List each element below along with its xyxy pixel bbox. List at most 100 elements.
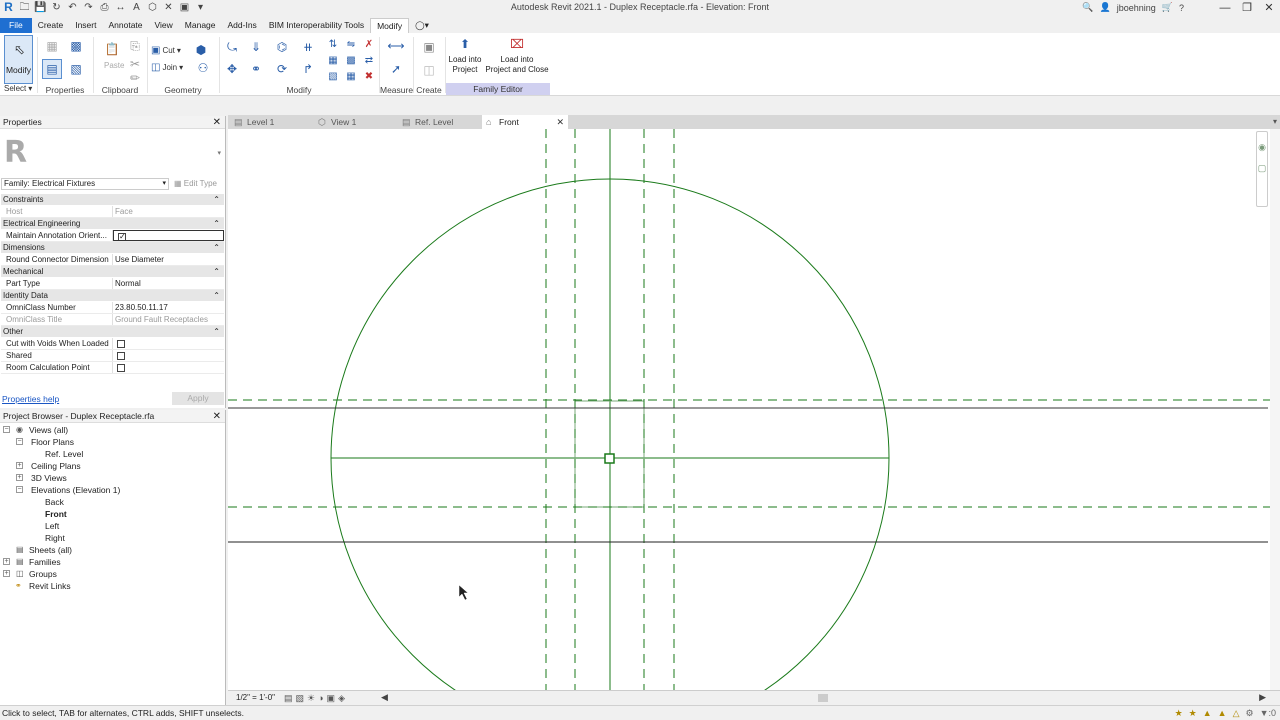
tab-file[interactable]: File <box>0 18 32 33</box>
cut-clipboard-icon[interactable]: ✂ <box>128 57 142 71</box>
tree-item-floor-plans[interactable]: − Floor Plans <box>0 436 224 448</box>
minimize-icon[interactable]: — <box>1214 0 1236 17</box>
tree-item-3d-views[interactable]: +3D Views <box>0 472 224 484</box>
tree-item-ceiling-plans[interactable]: + Ceiling Plans <box>0 460 224 472</box>
load-into-project-button[interactable]: ⬆ Load into Project <box>446 35 484 81</box>
vertical-scrollbar[interactable] <box>1270 129 1280 690</box>
scroll-left-icon[interactable]: ◀ <box>381 691 388 704</box>
property-value[interactable]: Use Diameter <box>113 254 224 265</box>
apply-button[interactable]: Apply <box>172 392 224 405</box>
drawing-canvas[interactable]: ◉ ▢ <box>228 129 1280 690</box>
property-value[interactable]: 23.80.50.11.17 <box>113 302 224 313</box>
detail-level-icon[interactable]: ▤ <box>284 692 293 704</box>
close-icon[interactable]: ✕ <box>1258 0 1280 17</box>
tree-item-right[interactable]: Right <box>0 532 224 544</box>
tab-view[interactable]: View <box>149 18 179 33</box>
tab-add-ins[interactable]: Add-Ins <box>222 18 263 33</box>
cart-icon[interactable]: 🛒 <box>1162 2 1173 13</box>
steering-wheel-icon[interactable]: ◉ <box>1257 142 1267 153</box>
tree-item-left[interactable]: Left <box>0 520 224 532</box>
tree-item-front[interactable]: Front <box>0 508 224 520</box>
tab-annotate[interactable]: Annotate <box>102 18 148 33</box>
shadows-icon[interactable]: ◑ <box>318 692 323 704</box>
delete-icon[interactable]: ✖ <box>362 69 376 83</box>
tree-item-back[interactable]: Back <box>0 496 224 508</box>
split-icon[interactable]: ⇅ <box>326 37 340 51</box>
split-face-icon[interactable]: ⚇ <box>194 61 212 75</box>
type-selector[interactable]: ▾ <box>46 134 224 174</box>
select-dropdown[interactable]: Select ▾ <box>4 84 32 93</box>
zoom-icon[interactable]: ▢ <box>1257 163 1267 174</box>
unpin-icon[interactable]: ✗ <box>362 37 376 51</box>
family-types-icon[interactable]: ▦ <box>42 37 62 55</box>
tab-create[interactable]: Create <box>32 18 70 33</box>
join-geometry-button[interactable]: ◫ Join ▾ <box>151 62 183 73</box>
close-icon[interactable]: ✕ <box>556 115 564 129</box>
maintain-orientation-checkbox[interactable] <box>118 231 126 240</box>
hide-isolate-icon[interactable]: ◈ <box>338 692 345 704</box>
measure-between-icon[interactable]: ⟷ <box>384 39 408 53</box>
pin-icon[interactable]: ⇄ <box>362 53 376 67</box>
tab-menu-icon[interactable]: ▾ <box>1273 115 1277 129</box>
match-properties-icon[interactable]: ✏ <box>128 71 142 85</box>
group-identity-data[interactable]: Identity Data ⌃ <box>1 290 224 302</box>
tree-item-elevations[interactable]: − Elevations (Elevation 1) <box>0 484 224 496</box>
family-dropdown[interactable]: Family: Electrical Fixtures ▾ <box>1 178 169 190</box>
create-assembly-icon[interactable]: ▣ <box>418 37 440 57</box>
property-value[interactable]: Normal <box>113 278 224 289</box>
group-constraints[interactable]: Constraints ⌃ <box>1 194 224 206</box>
align-icon[interactable]: ⤿ <box>222 37 242 57</box>
mirror-draw-icon[interactable]: ⧺ <box>298 37 318 57</box>
tree-item-ref-level[interactable]: Ref. Level <box>0 448 224 460</box>
connector-point[interactable] <box>604 453 615 464</box>
extend-icon[interactable]: ▦ <box>344 69 358 83</box>
select-by-face-icon[interactable]: ▲ <box>1218 707 1227 719</box>
crop-view-icon[interactable]: ▣ <box>327 692 336 704</box>
tree-item-families[interactable]: + ▤ Families <box>0 556 224 568</box>
user-name[interactable]: jboehning <box>1117 3 1156 13</box>
trim-icon[interactable]: ↱ <box>298 59 318 79</box>
tab-insert[interactable]: Insert <box>69 18 102 33</box>
group-electrical-engineering[interactable]: Electrical Engineering ⌃ <box>1 218 224 230</box>
copy-element-icon[interactable]: ⚭ <box>246 59 266 79</box>
wall-joins-icon[interactable]: ⬢ <box>194 43 208 57</box>
rotate-icon[interactable]: ⟳ <box>272 59 292 79</box>
create-group-icon[interactable]: ◫ <box>418 61 440 79</box>
tree-item-sheets[interactable]: ▤ Sheets (all) <box>0 544 224 556</box>
aligned-dimension-icon[interactable]: ➚ <box>384 61 408 77</box>
shared-checkbox[interactable] <box>117 352 125 360</box>
maximize-icon[interactable]: ❐ <box>1236 0 1258 17</box>
properties-toggle-icon[interactable]: ▤ <box>42 59 62 79</box>
tree-item-views[interactable]: − ◉ Views (all) <box>0 424 224 436</box>
close-icon[interactable]: ✕ <box>213 116 221 129</box>
family-category-icon[interactable]: ▩ <box>66 37 86 55</box>
tab-manage[interactable]: Manage <box>179 18 222 33</box>
background-process-icon[interactable]: ⚙ <box>1245 707 1253 719</box>
select-links-icon[interactable]: ★ <box>1175 707 1183 719</box>
array-radial-icon[interactable]: ▧ <box>326 69 340 83</box>
filter-icon[interactable]: ▼:0 <box>1260 707 1276 719</box>
sun-path-icon[interactable]: ☀ <box>307 692 315 704</box>
group-other[interactable]: Other ⌃ <box>1 326 224 338</box>
properties-help-link[interactable]: Properties help <box>2 394 59 404</box>
offset-icon[interactable]: ⇓ <box>246 37 266 57</box>
visual-style-icon[interactable]: ▧ <box>296 692 305 704</box>
load-into-project-close-button[interactable]: ⌧ Load into Project and Close <box>484 35 550 81</box>
type-properties-icon[interactable]: ▧ <box>66 59 86 79</box>
paste-icon[interactable]: 📋 <box>102 39 122 59</box>
drag-elements-icon[interactable]: △ <box>1233 707 1240 719</box>
tab-level-1[interactable]: ▤ Level 1 <box>230 115 312 129</box>
scale-icon[interactable]: ▩ <box>344 53 358 67</box>
mirror-axis-icon[interactable]: ⌬ <box>272 37 292 57</box>
array-icon[interactable]: ▦ <box>326 53 340 67</box>
group-mechanical[interactable]: Mechanical ⌃ <box>1 266 224 278</box>
group-dimensions[interactable]: Dimensions ⌃ <box>1 242 224 254</box>
split-gap-icon[interactable]: ⇋ <box>344 37 358 51</box>
cut-with-voids-checkbox[interactable] <box>117 340 125 348</box>
cut-geometry-button[interactable]: ▣ Cut ▾ <box>151 45 181 56</box>
ribbon-toggle-icon[interactable]: ◯▾ <box>409 18 435 33</box>
tree-item-revit-links[interactable]: ⚭ Revit Links <box>0 580 224 592</box>
room-calculation-checkbox[interactable] <box>117 364 125 372</box>
tab-modify[interactable]: Modify <box>370 18 410 33</box>
tab-front[interactable]: ⌂ Front ✕ <box>482 115 568 129</box>
